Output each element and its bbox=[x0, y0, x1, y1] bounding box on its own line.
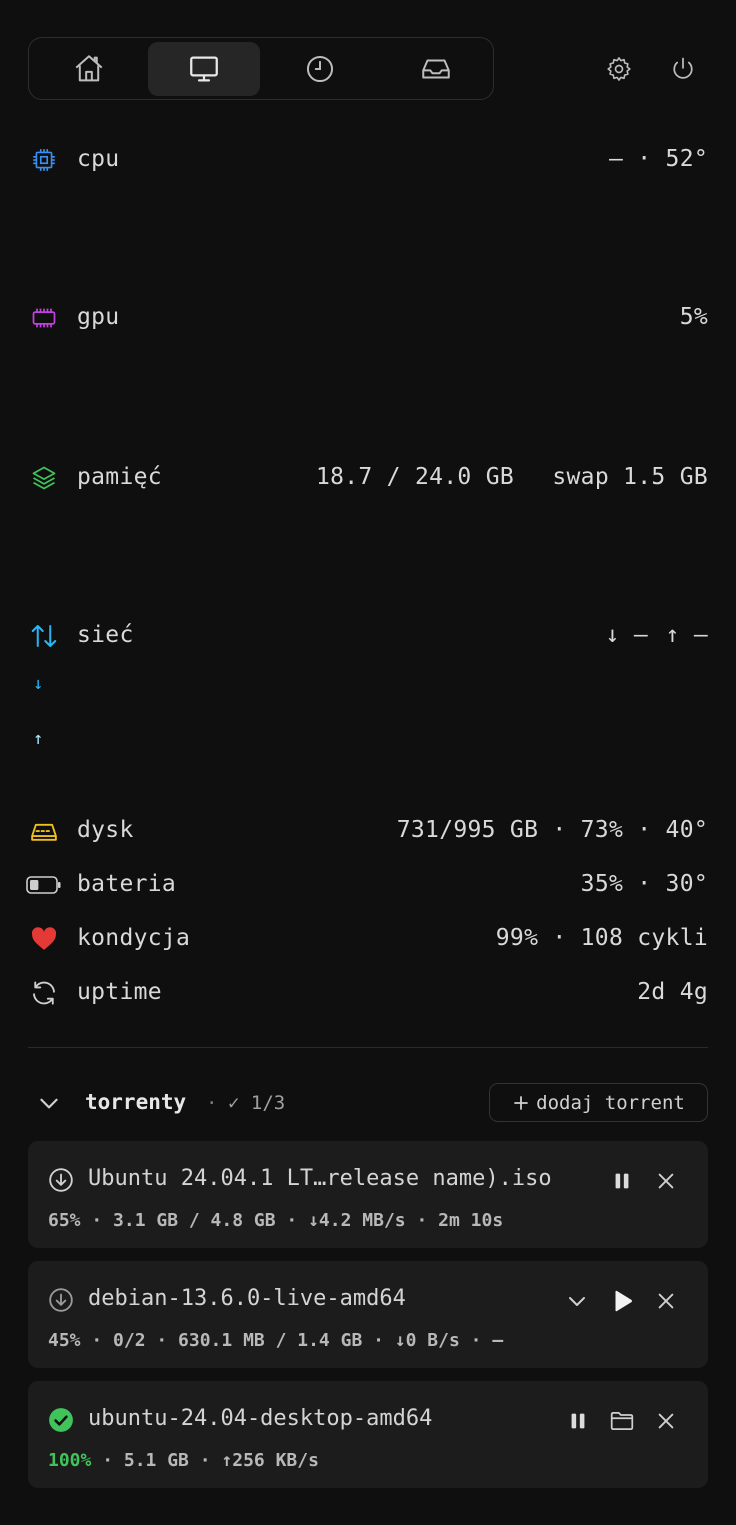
battery-label: bateria bbox=[77, 871, 177, 897]
chevron-down-icon bbox=[40, 1098, 58, 1109]
disk-value: 731/995 GB · 73% · 40° bbox=[396, 817, 708, 843]
torrent-stats: 65% · 3.1 GB / 4.8 GB · ↓4.2 MB/s · 2m 1… bbox=[48, 1210, 503, 1231]
uptime-label: uptime bbox=[77, 979, 162, 1005]
network-label: sieć bbox=[77, 622, 134, 648]
torrent-details: · 0/2 · 630.1 MB / 1.4 GB · ↓0 B/s · — bbox=[80, 1330, 504, 1351]
torrent-item[interactable]: ubuntu-24.04-desktop-amd64 100% · 5.1 GB… bbox=[28, 1381, 708, 1488]
health-value: 99% · 108 cykli bbox=[495, 925, 708, 951]
gear-icon bbox=[607, 57, 631, 81]
tab-history[interactable] bbox=[264, 42, 376, 96]
network-up-legend: ↑ bbox=[33, 729, 44, 749]
updown-arrows-icon bbox=[28, 620, 60, 652]
pause-button[interactable] bbox=[608, 1167, 636, 1195]
torrent-name: ubuntu-24.04-desktop-amd64 bbox=[88, 1406, 433, 1431]
close-icon bbox=[658, 1413, 674, 1429]
remove-button[interactable] bbox=[652, 1287, 680, 1315]
add-torrent-label: dodaj torrent bbox=[536, 1091, 685, 1114]
torrents-count: ✓ 1/3 bbox=[228, 1092, 286, 1114]
health-label: kondycja bbox=[77, 925, 191, 951]
network-up: ↑ — bbox=[665, 622, 708, 648]
inbox-icon bbox=[422, 59, 450, 79]
folder-icon bbox=[610, 1412, 634, 1430]
layers-icon bbox=[28, 462, 60, 494]
open-folder-button[interactable] bbox=[608, 1407, 636, 1435]
cpu-icon bbox=[28, 144, 60, 176]
network-down: ↓ — bbox=[605, 622, 648, 648]
resume-button[interactable] bbox=[608, 1287, 636, 1315]
gpu-icon bbox=[28, 302, 60, 334]
network-down-legend: ↓ bbox=[33, 674, 44, 694]
torrent-progress: 65% bbox=[48, 1210, 81, 1231]
section-divider bbox=[28, 1047, 708, 1048]
gpu-label: gpu bbox=[77, 304, 120, 330]
remove-button[interactable] bbox=[652, 1167, 680, 1195]
torrents-separator: · bbox=[206, 1092, 218, 1114]
torrent-details: · 3.1 GB / 4.8 GB · ↓4.2 MB/s · 2m 10s bbox=[80, 1210, 504, 1231]
check-circle-icon bbox=[49, 1408, 73, 1432]
memory-label: pamięć bbox=[77, 464, 162, 490]
download-circle-icon bbox=[49, 1168, 73, 1192]
battery-icon bbox=[26, 869, 62, 901]
disk-label: dysk bbox=[77, 817, 134, 843]
tab-inbox[interactable] bbox=[380, 42, 492, 96]
memory-swap: swap 1.5 GB bbox=[552, 464, 708, 490]
nav-tabbar bbox=[28, 37, 494, 100]
power-icon bbox=[673, 57, 693, 79]
power-button[interactable] bbox=[666, 52, 700, 86]
pause-icon bbox=[571, 1413, 585, 1429]
torrent-name: Ubuntu 24.04.1 LT…release name).iso bbox=[88, 1166, 552, 1191]
collapse-toggle[interactable] bbox=[36, 1090, 62, 1116]
heart-icon bbox=[28, 923, 60, 955]
play-icon bbox=[615, 1290, 633, 1312]
pause-icon bbox=[615, 1173, 629, 1189]
monitor-icon bbox=[190, 56, 218, 82]
torrent-name: debian-13.6.0-live-amd64 bbox=[88, 1286, 406, 1311]
home-icon bbox=[75, 55, 103, 82]
expand-files-button[interactable] bbox=[563, 1287, 591, 1315]
memory-value: 18.7 / 24.0 GB bbox=[315, 464, 514, 490]
settings-button[interactable] bbox=[602, 52, 636, 86]
close-icon bbox=[658, 1173, 674, 1189]
battery-value: 35% · 30° bbox=[580, 871, 708, 897]
clock-icon bbox=[306, 55, 334, 83]
torrents-title: torrenty bbox=[85, 1090, 187, 1114]
chevron-down-icon bbox=[569, 1297, 585, 1306]
remove-button[interactable] bbox=[652, 1407, 680, 1435]
pause-button[interactable] bbox=[564, 1407, 592, 1435]
torrent-stats: 100% · 5.1 GB · ↑256 KB/s bbox=[48, 1450, 319, 1471]
plus-icon bbox=[514, 1095, 529, 1110]
torrent-progress: 45% bbox=[48, 1330, 81, 1351]
uptime-value: 2d 4g bbox=[637, 979, 708, 1005]
torrent-progress: 100% bbox=[48, 1450, 92, 1471]
add-torrent-button[interactable]: dodaj torrent bbox=[489, 1083, 708, 1122]
tab-monitor[interactable] bbox=[148, 42, 260, 96]
cpu-label: cpu bbox=[77, 146, 120, 172]
torrent-item[interactable]: Ubuntu 24.04.1 LT…release name).iso 65% … bbox=[28, 1141, 708, 1248]
download-circle-icon bbox=[49, 1288, 73, 1312]
tab-home[interactable] bbox=[33, 42, 145, 96]
hard-drive-icon bbox=[28, 815, 60, 847]
refresh-icon bbox=[28, 977, 60, 1009]
torrent-stats: 45% · 0/2 · 630.1 MB / 1.4 GB · ↓0 B/s ·… bbox=[48, 1330, 503, 1351]
gpu-value: 5% bbox=[679, 304, 708, 330]
torrent-details: · 5.1 GB · ↑256 KB/s bbox=[91, 1450, 319, 1471]
close-icon bbox=[658, 1293, 674, 1309]
torrent-item[interactable]: debian-13.6.0-live-amd64 45% · 0/2 · 630… bbox=[28, 1261, 708, 1368]
cpu-value: — · 52° bbox=[608, 146, 708, 172]
